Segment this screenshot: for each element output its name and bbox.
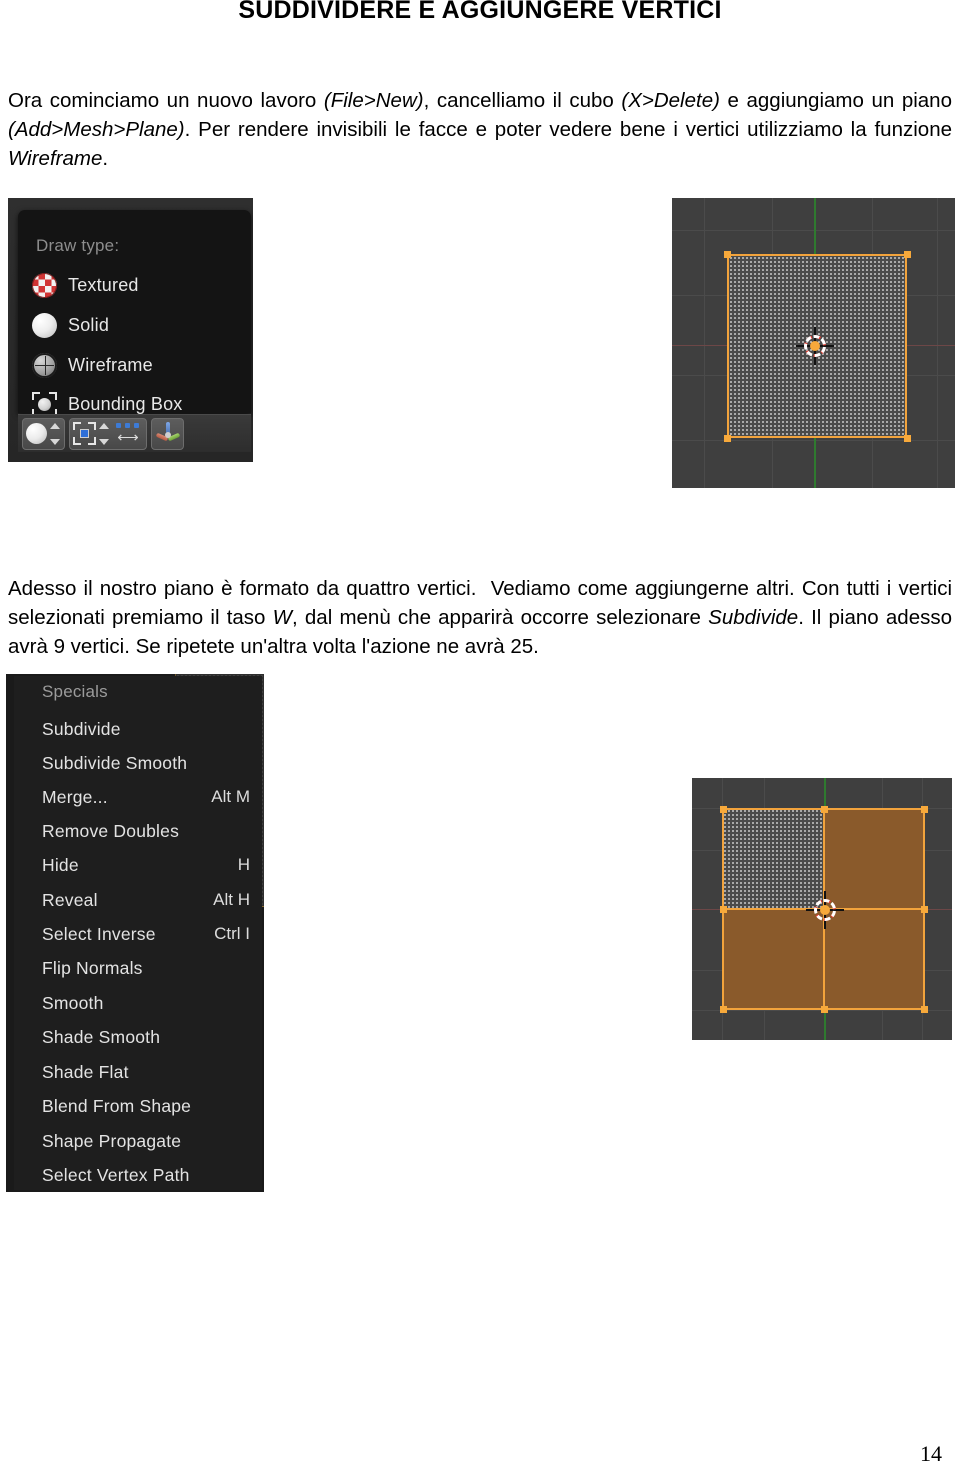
menu-item-select-inverse[interactable]: Select Inverse Ctrl I (42, 917, 262, 951)
specials-menu[interactable]: Specials Subdivide Subdivide Smooth Merg… (14, 676, 262, 1190)
paragraph-subdivide: Adesso il nostro piano è formato da quat… (8, 577, 952, 658)
translate-arrows-icon[interactable]: ⟷ (113, 422, 143, 446)
menu-item-label: Blend From Shape (42, 1095, 192, 1116)
textured-sphere-icon (32, 272, 57, 298)
wireframe-sphere-icon (32, 352, 57, 378)
menu-item-shade-smooth[interactable]: Shade Smooth (42, 1020, 262, 1054)
viewport-header-toolbar[interactable]: ⟷ (18, 414, 251, 452)
draw-type-item-wireframe[interactable]: Wireframe (32, 348, 252, 382)
paragraph-intro: Ora cominciamo un nuovo lavoro (File>New… (8, 89, 952, 170)
menu-item-shape-propagate[interactable]: Shape Propagate (42, 1124, 262, 1158)
menu-item-hide[interactable]: Hide H (42, 848, 262, 882)
menu-item-remove-doubles[interactable]: Remove Doubles (42, 814, 262, 848)
vertex[interactable] (723, 250, 731, 258)
specials-menu-screenshot: Specials Subdivide Subdivide Smooth Merg… (6, 674, 264, 1192)
vertex[interactable] (719, 805, 727, 813)
vertex[interactable] (719, 905, 727, 913)
vertex[interactable] (903, 434, 911, 442)
vertex[interactable] (820, 1005, 828, 1013)
menu-item-subdivide[interactable]: Subdivide (42, 712, 262, 746)
menu-item-label: Hide (42, 854, 79, 875)
draw-type-selector-button[interactable] (22, 417, 65, 450)
menu-item-shortcut: Alt H (213, 890, 250, 909)
menu-item-label: Shape Propagate (42, 1130, 182, 1151)
bounding-box-pivot-icon[interactable] (73, 422, 96, 445)
vertex[interactable] (903, 250, 911, 258)
vertex[interactable] (920, 805, 928, 813)
draw-type-item-solid[interactable]: Solid (32, 308, 252, 342)
solid-sphere-icon (32, 312, 57, 338)
menu-item-label: Remove Doubles (42, 820, 180, 841)
draw-type-item-label: Wireframe (68, 354, 153, 375)
menu-item-label: Select Inverse (42, 923, 156, 944)
menu-item-label: Select Vertex Path (42, 1164, 190, 1185)
menu-item-shade-flat[interactable]: Shade Flat (42, 1055, 262, 1089)
viewport-bottom-screenshot[interactable] (692, 778, 952, 1040)
left-right-arrow-icon: ⟷ (117, 428, 139, 446)
draw-type-item-label: Textured (68, 274, 139, 295)
manipulator-dots-icon (116, 422, 139, 428)
bounding-box-icon (32, 391, 57, 417)
chevron-updown-icon[interactable] (50, 422, 61, 445)
page-number: 14 (920, 1441, 942, 1466)
menu-item-label: Shade Smooth (42, 1026, 161, 1047)
draw-type-title: Draw type: (36, 236, 120, 255)
draw-type-dropdown[interactable]: Draw type: Textured Solid Wireframe Boun… (18, 210, 252, 417)
menu-item-label: Flip Normals (42, 957, 143, 978)
menu-item-label: Subdivide Smooth (42, 752, 188, 773)
transform-orientation-button[interactable] (151, 417, 184, 450)
menu-item-shortcut: Ctrl I (214, 924, 250, 943)
menu-item-reveal[interactable]: Reveal Alt H (42, 883, 262, 917)
3d-cursor-icon (796, 327, 834, 365)
3d-cursor-icon (806, 891, 844, 929)
draw-type-item-textured[interactable]: Textured (32, 268, 252, 302)
menu-item-label: Reveal (42, 889, 98, 910)
draw-type-item-label: Solid (68, 314, 110, 335)
menu-item-merge[interactable]: Merge... Alt M (42, 780, 262, 814)
transform-axes-icon (155, 421, 181, 446)
viewport-top-screenshot[interactable] (672, 198, 955, 488)
menu-item-label: Subdivide (42, 718, 121, 739)
vertex[interactable] (920, 905, 928, 913)
menu-item-label: Merge... (42, 786, 108, 807)
draw-type-panel-screenshot: Draw type: Textured Solid Wireframe Boun… (8, 198, 253, 462)
vertex[interactable] (920, 1005, 928, 1013)
vertex[interactable] (723, 434, 731, 442)
menu-item-shortcut: Alt M (211, 787, 250, 806)
menu-item-smooth[interactable]: Smooth (42, 986, 262, 1020)
menu-item-label: Shade Flat (42, 1061, 129, 1082)
menu-item-subdivide-smooth[interactable]: Subdivide Smooth (42, 746, 262, 780)
draw-type-item-label: Bounding Box (68, 393, 183, 414)
solid-sphere-icon (26, 423, 47, 444)
pivot-and-manipulator-group[interactable]: ⟷ (69, 417, 147, 450)
menu-item-shortcut: H (237, 855, 250, 874)
page-title: SUDDIVIDERE E AGGIUNGERE VERTICI (238, 0, 722, 24)
specials-menu-header: Specials (42, 682, 108, 701)
menu-item-select-vertex-path[interactable]: Select Vertex Path (42, 1158, 262, 1192)
menu-item-flip-normals[interactable]: Flip Normals (42, 951, 262, 985)
chevron-updown-icon[interactable] (99, 422, 110, 445)
menu-item-label: Smooth (42, 992, 104, 1013)
menu-item-blend-from-shape[interactable]: Blend From Shape (42, 1089, 262, 1123)
vertex[interactable] (719, 1005, 727, 1013)
vertex[interactable] (820, 805, 828, 813)
